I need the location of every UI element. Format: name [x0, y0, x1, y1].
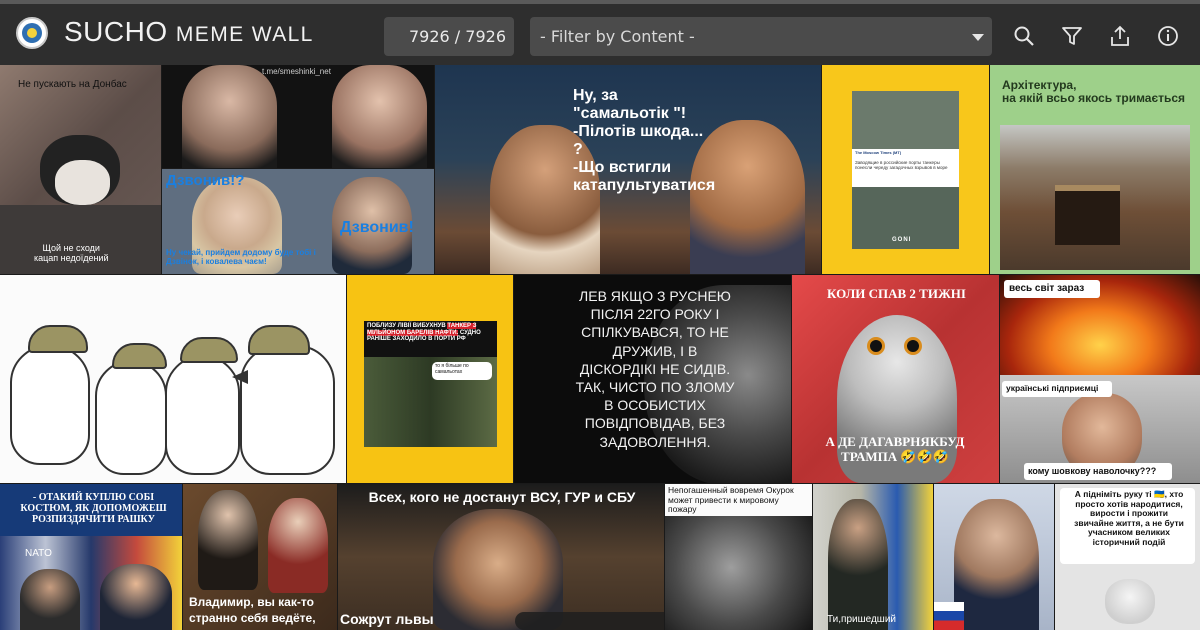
tattoo-arm-image [0, 205, 161, 274]
zelensky-photo [20, 569, 80, 630]
meme-tile-architecture[interactable]: Архітектура, на якій всьо якось тримаєть… [990, 65, 1200, 274]
news-photo-top [852, 91, 959, 149]
share-icon[interactable] [1109, 25, 1131, 47]
macron-photo [332, 65, 427, 168]
meme-caption-top: Не пускають на Донбас [18, 79, 127, 90]
meme-counter: 7926 / 7926 [384, 17, 514, 56]
title-small-2: WALL [251, 23, 314, 46]
meme-caption-bottom: Щой не сходи кацап недоїдений [34, 243, 109, 264]
meme-tile-tanker[interactable]: ПОБЛИЗУ ЛІВІЇ ВИБУХНУВ ТАНКЕР З МІЛЬЙОНО… [347, 275, 513, 483]
man-photo [198, 490, 258, 590]
caption-dzvonyv: Дзвонив! [340, 219, 414, 236]
cat-photo [1105, 579, 1155, 624]
meme-tile-hands[interactable]: А підніміть руку ті 🇺🇦, хто просто хотів… [1055, 484, 1200, 630]
zelensky-caption: Ти,пришедший [827, 614, 896, 625]
chevron-down-icon [972, 34, 984, 41]
woman-photo [268, 498, 328, 593]
trench-entrance [1055, 185, 1120, 245]
bird-figure-2 [95, 360, 167, 475]
eagle-figure [240, 345, 335, 475]
meme-tile-lavrov[interactable] [934, 484, 1054, 630]
meme-tile-lemur[interactable]: КОЛИ СПАВ 2 ТИЖНІ А ДЕ ДАГАВРНЯКБУД ТРАМ… [792, 275, 999, 483]
meme-tile-zelensky[interactable]: Ти,пришедший [813, 484, 933, 630]
watermark: t.me/smeshinki_net [262, 67, 331, 76]
meme-tile-cat[interactable]: Не пускають на Донбас Щой не сходи кацап… [0, 65, 161, 274]
hands-caption: А підніміть руку ті 🇺🇦, хто просто хотів… [1074, 489, 1184, 547]
beak-icon [232, 370, 248, 384]
overlay-toolbar[interactable] [515, 612, 664, 630]
caption-bottom: Ну чекай, прийдем додому буде тобі і Дзв… [166, 248, 316, 266]
meme-tile-vladimir[interactable]: Владимир, вы как-то странно себя ведёте, [183, 484, 337, 630]
filter-icon[interactable] [1061, 25, 1083, 47]
zelensky-photo-2 [828, 499, 888, 630]
bismarck-caption-top: Всех, кого не достанут ВСУ, ГУР и СБУ [368, 489, 636, 505]
search-icon[interactable] [1013, 25, 1035, 47]
suit-caption: - ОТАКИЙ КУПЛЮ СОБІ КОСТЮМ, ЯК ДОПОМОЖЕШ… [20, 492, 167, 526]
bismarck-caption-bottom: Сожрут львы [340, 611, 434, 627]
logo-sun-icon [27, 28, 37, 38]
news-source: The Moscow Times (MT) [855, 150, 902, 155]
meme-tile-lion[interactable]: ЛЕВ ЯКЩО З РУСНЕЮ ПІСЛЯ 22ГО РОКУ І СПІЛ… [514, 275, 791, 483]
meme-grid: Не пускають на Донбас Щой не сходи кацап… [0, 65, 1200, 630]
bird-figure-3 [165, 355, 240, 475]
speech-bubble-text: то я більше по самальотах [435, 363, 469, 375]
news-headline: Заводящие в российские порты танкеры пон… [855, 160, 948, 171]
meme-tile-fire[interactable]: весь світ зараз українські підприємці ко… [1000, 275, 1200, 483]
meme-tile-okurok[interactable]: Непогашенный вовремя Окурок может привес… [665, 484, 812, 630]
meme-tile-news[interactable]: The Moscow Times (MT) Заводящие в россий… [822, 65, 989, 274]
info-icon[interactable] [1157, 25, 1179, 47]
okurok-caption: Непогашенный вовремя Окурок может привес… [668, 485, 794, 515]
vladimir-caption: Владимир, вы как-то странно себя ведёте, [189, 595, 316, 626]
meme-tile-brigitte[interactable]: Дзвонив!? Дзвонив! Ну чекай, прийдем дод… [162, 169, 434, 274]
putin-photo [182, 65, 277, 168]
putin-bw-photo [665, 516, 812, 630]
bird-figure-1 [10, 345, 90, 465]
page-title: SUCHO MEME WALL [64, 16, 314, 48]
nato-badge: NATO [25, 548, 52, 559]
meme-tile-samolotik[interactable]: Ну, за "самальотік "! -Пілотів шкода... … [435, 65, 821, 274]
title-main: SUCHO [64, 16, 176, 47]
caption-dzvonyv-question: Дзвонив!? [166, 172, 245, 189]
fire-caption-bottom: кому шовкову наволочку??? [1028, 466, 1157, 476]
fire-caption-mid: українські підприємці [1006, 383, 1099, 393]
architecture-caption: Архітектура, на якій всьо якось тримаєть… [1002, 78, 1186, 106]
meme-tile-birds[interactable] [0, 275, 346, 483]
trump-photo [100, 564, 172, 630]
helmet-icon [248, 325, 310, 355]
goni-logo: GONI [892, 237, 912, 243]
content-filter-select[interactable]: - Filter by Content - [530, 17, 992, 56]
fire-caption-top: весь світ зараз [1009, 283, 1085, 294]
lemur-caption-bottom: А ДЕ ДАГАВРНЯКБУД ТРАМПА 🤣🤣🤣 [825, 434, 965, 464]
meme-tile-putin-macron[interactable]: t.me/smeshinki_net [162, 65, 434, 168]
lion-caption: ЛЕВ ЯКЩО З РУСНЕЮ ПІСЛЯ 22ГО РОКУ І СПІЛ… [575, 288, 735, 450]
top-bar: SUCHO MEME WALL 7926 / 7926 - Filter by … [0, 0, 1200, 65]
title-small-1: MEME [175, 23, 252, 46]
politician-photo [954, 499, 1039, 630]
russian-flag-icon [934, 602, 964, 630]
meme-tile-bismarck[interactable]: Всех, кого не достанут ВСУ, ГУР и СБУ Со… [338, 484, 664, 630]
sucho-logo[interactable] [16, 17, 48, 49]
tanker-headline-a: ПОБЛИЗУ ЛІВІЇ ВИБУХНУВ [367, 323, 448, 329]
lemur-eye-right [904, 337, 922, 355]
filter-placeholder: - Filter by Content - [540, 27, 695, 46]
helmet-icon [28, 325, 88, 353]
cat-face-image [55, 160, 110, 205]
samolotik-caption: Ну, за "самальотік "! -Пілотів шкода... … [573, 87, 716, 194]
helmet-icon [112, 343, 167, 369]
lemur-caption-top: КОЛИ СПАВ 2 ТИЖНІ [827, 286, 966, 301]
meme-tile-suit[interactable]: NATO - ОТАКИЙ КУПЛЮ СОБІ КОСТЮМ, ЯК ДОПО… [0, 484, 182, 630]
helmet-icon [180, 337, 238, 363]
lemur-eye-left [867, 337, 885, 355]
tanker-headline: ПОБЛИЗУ ЛІВІЇ ВИБУХНУВ ТАНКЕР З МІЛЬЙОНО… [367, 323, 495, 343]
